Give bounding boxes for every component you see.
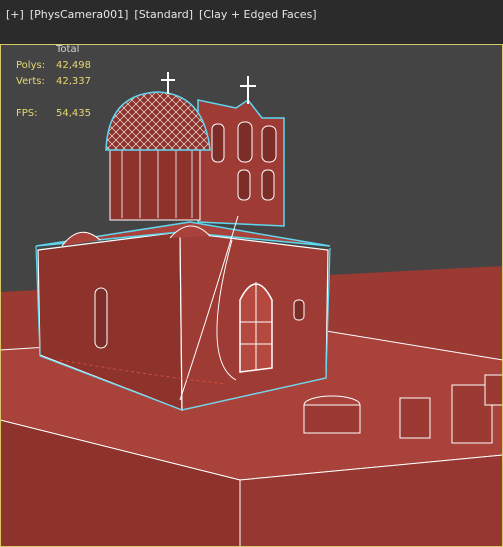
cross-icon bbox=[161, 72, 175, 94]
stats-polys-value: 42,498 bbox=[56, 60, 91, 71]
viewport-shading-menu[interactable]: [Standard] bbox=[134, 8, 193, 21]
viewport-general-menu[interactable]: [+] bbox=[6, 8, 24, 21]
bell-tower-opening bbox=[211, 123, 225, 163]
viewport-display-menu[interactable]: [Clay + Edged Faces] bbox=[199, 8, 317, 21]
bell-tower-opening bbox=[237, 121, 253, 163]
stats-total-header: Total bbox=[56, 44, 80, 55]
bell-tower bbox=[197, 98, 285, 227]
bell-tower-opening bbox=[261, 125, 277, 163]
viewport-header: [+] [PhysCamera001] [Standard] [Clay + E… bbox=[0, 0, 503, 45]
3d-viewport[interactable]: [+] [PhysCamera001] [Standard] [Clay + E… bbox=[0, 0, 503, 547]
side-window bbox=[293, 299, 305, 321]
dome-drum bbox=[109, 147, 201, 221]
stats-verts-row: Verts: 42,337 bbox=[16, 74, 91, 90]
left-window bbox=[94, 287, 108, 349]
stats-verts-label: Verts: bbox=[16, 76, 45, 87]
stats-fps-label: FPS: bbox=[16, 108, 38, 119]
stats-polys-row: Polys: 42,498 bbox=[16, 58, 91, 74]
bell-tower-opening bbox=[237, 169, 251, 201]
cross-icon bbox=[240, 76, 256, 104]
stats-fps-row: FPS: 54,435 bbox=[16, 106, 91, 122]
viewport-label-menu: [+] [PhysCamera001] [Standard] [Clay + E… bbox=[6, 8, 323, 21]
well-body bbox=[303, 404, 361, 434]
dome bbox=[105, 91, 211, 151]
stats-polys-label: Polys: bbox=[16, 60, 46, 71]
viewport-camera-menu[interactable]: [PhysCamera001] bbox=[30, 8, 129, 21]
stats-fps-value: 54,435 bbox=[56, 108, 91, 119]
parapet-block bbox=[484, 374, 503, 406]
stats-verts-value: 42,337 bbox=[56, 76, 91, 87]
bell-tower-opening bbox=[261, 169, 275, 201]
parapet-block bbox=[399, 397, 431, 439]
